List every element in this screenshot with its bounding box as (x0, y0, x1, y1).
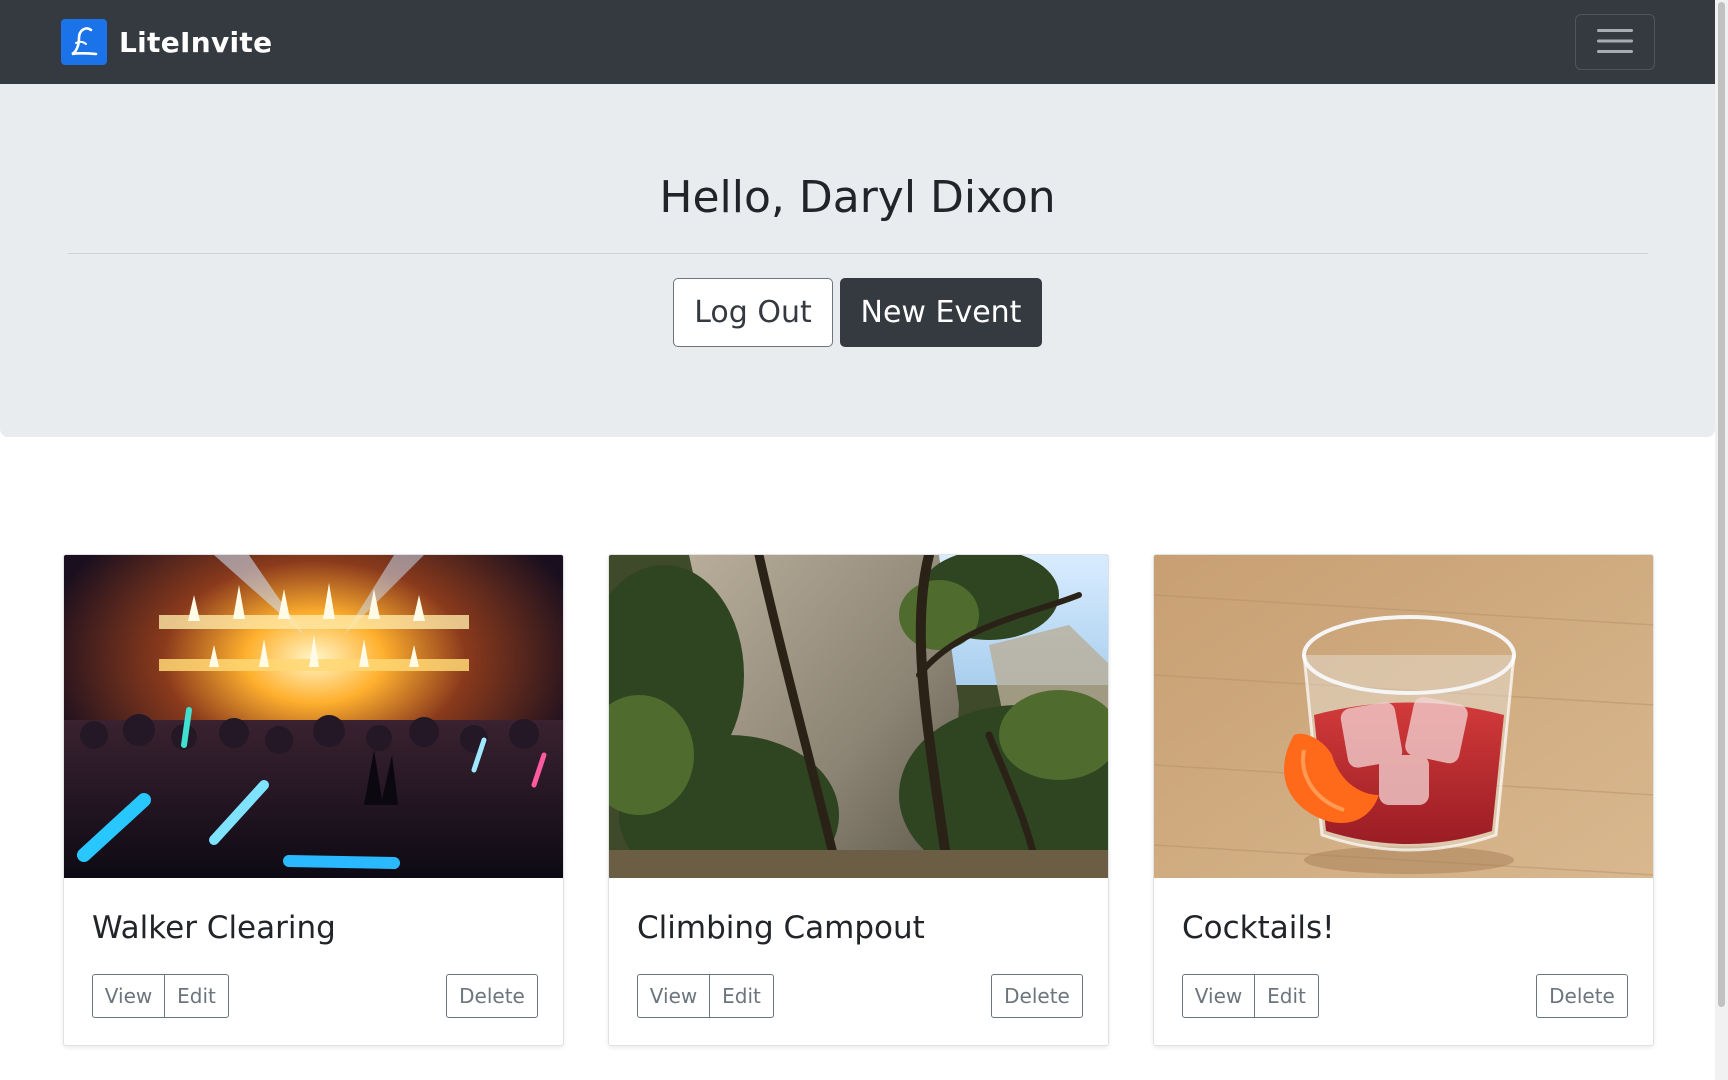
event-card: Walker Clearing View Edit Delete (63, 554, 564, 1046)
logout-button[interactable]: Log Out (673, 278, 833, 347)
edit-event-button[interactable]: Edit (710, 974, 774, 1018)
hero-section: Hello, Daryl Dixon Log Out New Event (0, 84, 1715, 437)
delete-event-button[interactable]: Delete (1536, 974, 1628, 1018)
view-event-button[interactable]: View (1182, 974, 1255, 1018)
event-title[interactable]: Walker Clearing (92, 910, 336, 946)
delete-event-button[interactable]: Delete (446, 974, 538, 1018)
event-action-group: View Edit (1182, 974, 1319, 1018)
event-action-group: View Edit (637, 974, 774, 1018)
brand-logo-icon (61, 19, 107, 65)
hero-divider (68, 253, 1648, 254)
greeting-heading: Hello, Daryl Dixon (659, 172, 1056, 223)
event-image[interactable] (1154, 555, 1653, 878)
edit-event-button[interactable]: Edit (1255, 974, 1319, 1018)
hamburger-menu-icon (1596, 26, 1634, 59)
event-image[interactable] (609, 555, 1108, 878)
navbar-toggler-button[interactable] (1575, 14, 1655, 70)
event-image[interactable] (64, 555, 563, 878)
new-event-button[interactable]: New Event (840, 278, 1042, 347)
navbar: LiteInvite (0, 0, 1715, 84)
hero-actions: Log Out New Event (673, 278, 1042, 347)
event-card: Climbing Campout View Edit Delete (608, 554, 1109, 1046)
delete-event-button[interactable]: Delete (991, 974, 1083, 1018)
edit-event-button[interactable]: Edit (165, 974, 229, 1018)
event-card: Cocktails! View Edit Delete (1153, 554, 1654, 1046)
brand-link[interactable]: LiteInvite (61, 19, 272, 65)
scrollbar-thumb[interactable] (1718, 2, 1725, 1007)
page-scrollbar[interactable] (1715, 0, 1728, 1080)
event-title[interactable]: Climbing Campout (637, 910, 925, 946)
event-title[interactable]: Cocktails! (1182, 910, 1335, 946)
event-action-group: View Edit (92, 974, 229, 1018)
view-event-button[interactable]: View (637, 974, 710, 1018)
brand-name: LiteInvite (119, 25, 273, 59)
view-event-button[interactable]: View (92, 974, 165, 1018)
